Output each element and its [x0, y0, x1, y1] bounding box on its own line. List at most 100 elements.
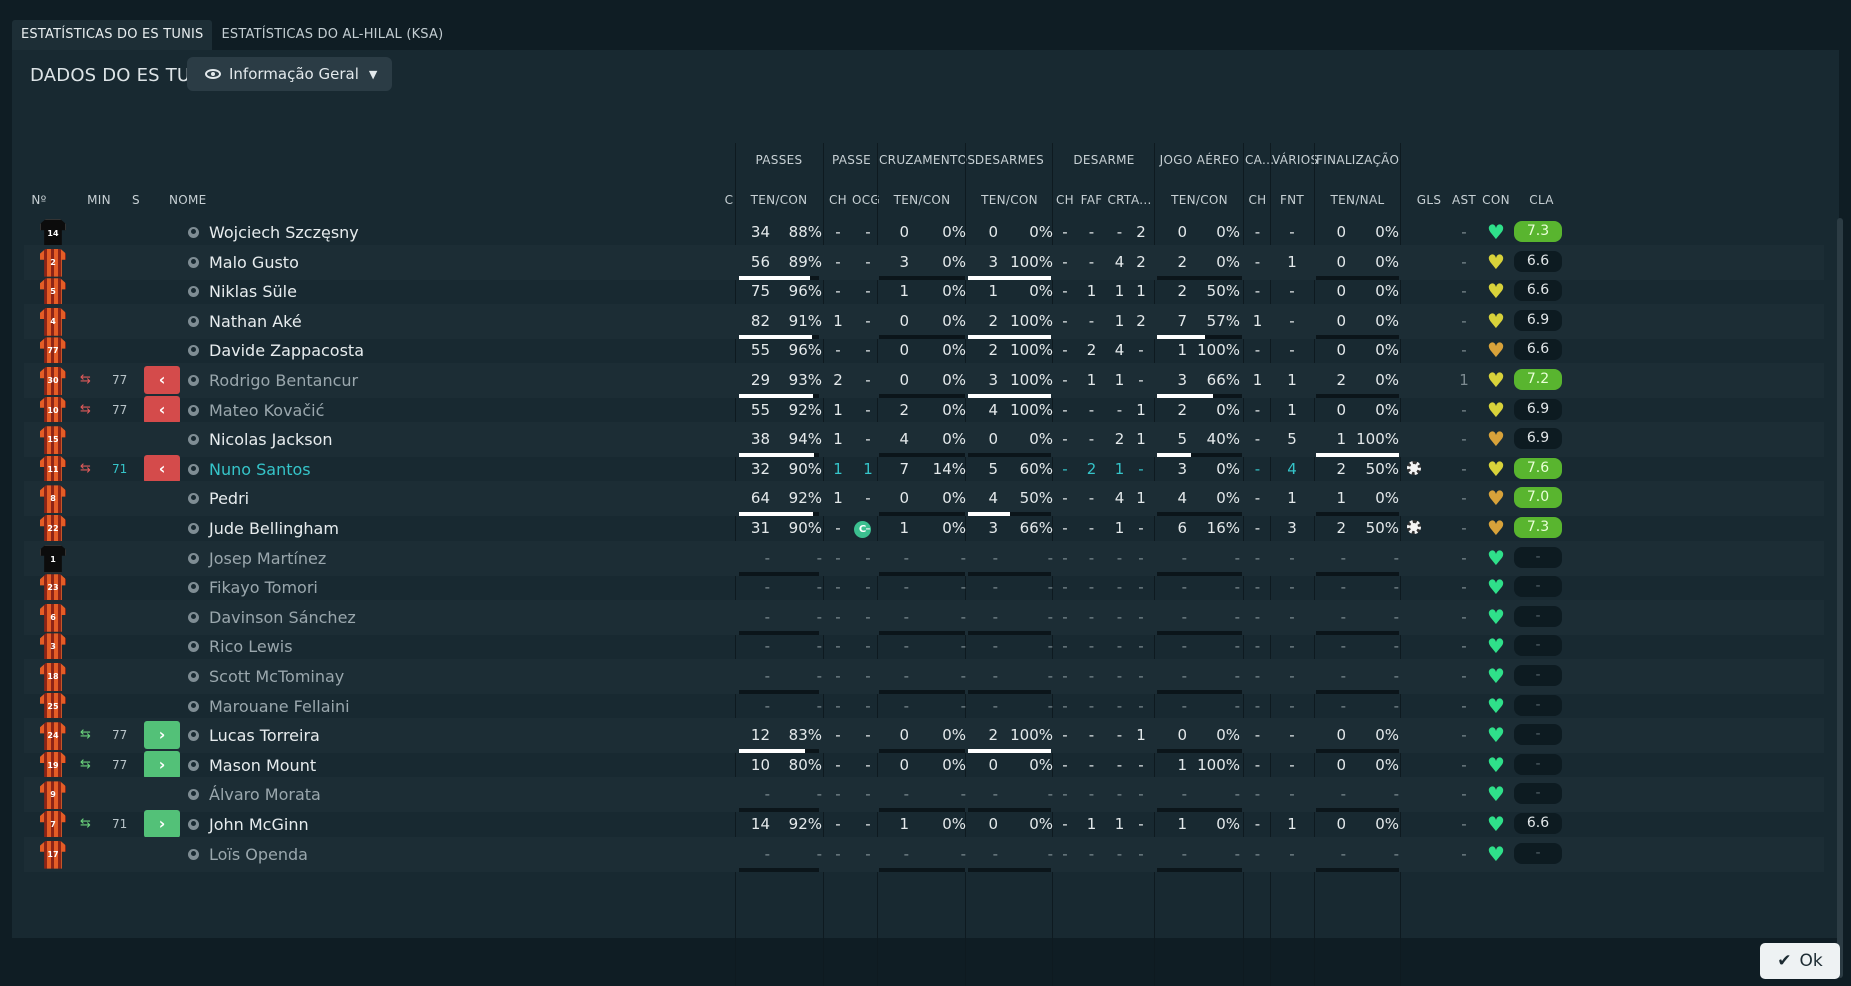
player-name[interactable]: Davide Zappacosta [209, 341, 364, 360]
player-name[interactable]: Marouane Fellaini [209, 697, 350, 716]
subbed-off-button[interactable]: ‹ [144, 366, 180, 394]
player-name[interactable]: Josep Martínez [209, 549, 326, 568]
player-name[interactable]: Mateo Kovačić [209, 401, 324, 420]
player-name[interactable]: Nathan Aké [209, 312, 302, 331]
stat-value: - [764, 696, 770, 715]
column-header[interactable]: TEN/CON [968, 193, 1051, 207]
stat-percent: - [816, 578, 822, 597]
column-header[interactable]: GLS [1414, 193, 1444, 207]
column-header[interactable]: CRT [1107, 193, 1132, 207]
stat-value: 1 [1177, 815, 1187, 833]
faf-value: - [1088, 430, 1095, 449]
column-header[interactable]: AST [1449, 193, 1479, 207]
player-icon [188, 730, 199, 742]
ca-ch-value: - [1254, 341, 1261, 360]
view-select-dropdown[interactable]: Informação Geral ▼ [187, 57, 392, 91]
group-header: VÁRIOS [1272, 153, 1319, 167]
ca-ch-value: 1 [1252, 311, 1263, 330]
column-header[interactable]: CH [1054, 193, 1076, 207]
stat-percent: 0% [1216, 400, 1240, 419]
stat-percent: 100% [1356, 430, 1399, 449]
subbed-off-button[interactable]: ‹ [144, 395, 180, 424]
stat-value: 0 [899, 311, 909, 330]
rating-badge: - [1514, 783, 1562, 805]
player-name[interactable]: Mason Mount [209, 756, 316, 775]
player-name[interactable]: Wojciech Szczęsny [209, 223, 359, 242]
tackle-ch-value: - [1062, 578, 1068, 597]
stat-percent: - [1234, 667, 1240, 685]
shirt-number-icon: 9 [40, 781, 66, 810]
group-header: DESARMES [974, 153, 1045, 167]
column-header[interactable]: FAF [1079, 193, 1104, 207]
stat-percent: 0% [942, 223, 966, 241]
ok-button[interactable]: ✔ Ok [1760, 943, 1840, 979]
table-row[interactable]: 17 Loïs Openda - - - - - - - - - - - - - - - - - - - ♥ - [24, 836, 1824, 872]
column-header[interactable]: CH [1245, 193, 1270, 207]
column-header[interactable]: S [124, 193, 148, 207]
player-icon [188, 848, 199, 860]
column-header[interactable]: CON [1479, 193, 1513, 207]
shirt-number-icon: 22 [40, 515, 66, 543]
column-header[interactable]: TEN/CON [1157, 193, 1242, 207]
player-name[interactable]: Niklas Süle [209, 282, 297, 301]
player-name[interactable]: John McGinn [209, 815, 309, 834]
stat-value: 64 [750, 489, 770, 508]
stat-value: 3 [1177, 371, 1187, 389]
player-name[interactable]: Lucas Torreira [209, 726, 320, 745]
tackle-ch-value: - [1062, 696, 1068, 715]
stat-percent: 0% [1216, 459, 1240, 478]
column-header[interactable]: TEN/CON [739, 193, 819, 207]
column-header[interactable]: Nº [24, 193, 54, 207]
player-name[interactable]: Malo Gusto [209, 253, 299, 272]
a-value: 1 [1136, 489, 1146, 508]
stat-percent: - [1393, 548, 1399, 567]
subbed-on-button[interactable]: › [144, 810, 180, 838]
stat-percent: 50% [1365, 459, 1399, 478]
assist-value: - [1461, 844, 1467, 863]
column-header[interactable]: NOME [169, 193, 229, 207]
column-header[interactable]: A... [1131, 193, 1151, 207]
stat-value: - [903, 637, 909, 656]
player-name[interactable]: Jude Bellingham [209, 519, 339, 538]
player-name[interactable]: Pedri [209, 489, 249, 508]
column-header[interactable]: TEN/CON [879, 193, 965, 207]
player-name[interactable]: Nuno Santos [209, 460, 311, 479]
player-name[interactable]: Nicolas Jackson [209, 430, 333, 449]
a-value: 2 [1136, 252, 1146, 271]
ca-ch-value: - [1254, 667, 1261, 685]
assist-value: - [1461, 489, 1467, 508]
column-header[interactable]: TEN/NAL [1316, 193, 1399, 207]
player-name[interactable]: Scott McTominay [209, 667, 344, 686]
column-header[interactable]: FNT [1272, 193, 1312, 207]
shirt-number-icon: 15 [40, 426, 66, 455]
player-name[interactable]: Rico Lewis [209, 637, 293, 656]
column-header[interactable]: MIN [79, 193, 119, 207]
vertical-scrollbar[interactable] [1837, 218, 1843, 978]
crt-value: - [1116, 223, 1123, 241]
stat-value: - [764, 667, 770, 685]
rating-badge: - [1514, 842, 1562, 864]
subbed-on-button[interactable]: › [144, 721, 180, 750]
column-header[interactable]: CLA [1519, 193, 1564, 207]
stat-value: 0 [899, 341, 909, 360]
a-value: 2 [1136, 311, 1146, 330]
player-name[interactable]: Álvaro Morata [209, 785, 321, 804]
player-name[interactable]: Loïs Openda [209, 845, 308, 864]
assist-value: - [1461, 282, 1467, 301]
player-icon [188, 227, 199, 238]
player-name[interactable]: Fikayo Tomori [209, 578, 318, 597]
subbed-on-button[interactable]: › [144, 750, 180, 779]
player-name[interactable]: Rodrigo Bentancur [209, 371, 358, 390]
stat-value: - [764, 637, 770, 656]
stat-percent: 92% [788, 489, 822, 508]
tab-es-tunis-stats[interactable]: ESTATÍSTICAS DO ES TUNIS [12, 20, 213, 50]
tab-al-hilal-stats[interactable]: ESTATÍSTICAS DO AL-HILAL (KSA) [212, 20, 452, 50]
crt-value: - [1116, 785, 1123, 804]
stat-value: 3 [988, 252, 998, 271]
column-header[interactable]: CH [827, 193, 849, 207]
stat-percent: - [1234, 578, 1240, 597]
condition-heart-icon: ♥ [1487, 841, 1505, 866]
crt-value: - [1116, 607, 1123, 626]
player-name[interactable]: Davinson Sánchez [209, 608, 356, 627]
subbed-off-button[interactable]: ‹ [144, 454, 180, 483]
